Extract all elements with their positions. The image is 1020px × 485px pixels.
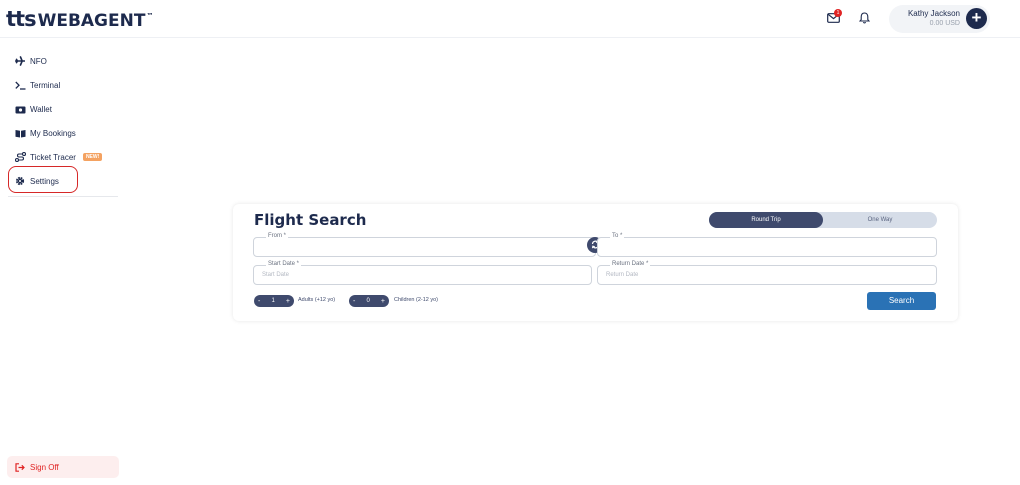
plus-icon: + <box>971 8 982 27</box>
settings-highlight-ring <box>8 166 78 193</box>
user-name: Kathy Jackson <box>907 9 960 18</box>
tab-one-way[interactable]: One Way <box>823 212 937 228</box>
return-date-label: Return Date * <box>610 261 651 267</box>
bell-icon[interactable] <box>856 10 872 26</box>
route-icon <box>14 152 26 162</box>
new-badge: NEW! <box>82 153 103 161</box>
airplane-icon <box>14 56 26 66</box>
brand-logo[interactable]: tts WEBAGENT ™ <box>6 7 153 31</box>
sidebar-item-label: Ticket Tracer <box>30 152 76 162</box>
sign-off-label: Sign Off <box>30 462 59 472</box>
sidebar-item-label: Wallet <box>30 104 52 114</box>
from-label: From * <box>266 233 288 239</box>
sign-out-icon <box>15 462 25 472</box>
logo-trademark: ™ <box>146 12 153 20</box>
top-header: tts WEBAGENT ™ 1 Kathy Jackson 0.00 USD … <box>0 0 1020 38</box>
search-button[interactable]: Search <box>867 292 936 310</box>
sidebar-item-my-bookings[interactable]: My Bookings <box>14 125 76 141</box>
sidebar-item-label: My Bookings <box>30 128 76 138</box>
from-field[interactable]: From * <box>253 233 596 257</box>
logo-webagent: WEBAGENT <box>37 11 146 31</box>
to-field[interactable]: To * <box>597 233 937 257</box>
sidebar-item-nfo[interactable]: NFO <box>14 53 47 69</box>
plus-icon[interactable]: + <box>381 298 385 305</box>
children-stepper: - 0 + <box>349 295 389 307</box>
tab-round-trip[interactable]: Round Trip <box>709 212 823 228</box>
add-funds-button[interactable]: + <box>966 8 987 29</box>
trip-type-toggle: Round Trip One Way <box>709 212 937 228</box>
return-date-field[interactable]: Return Date * Return Date <box>597 261 937 285</box>
adults-stepper: - 1 + <box>254 295 294 307</box>
plus-icon[interactable]: + <box>286 298 290 305</box>
logo-tts: tts <box>6 7 37 31</box>
terminal-icon <box>14 80 26 90</box>
mail-badge: 1 <box>834 9 842 17</box>
book-icon <box>14 128 26 138</box>
adults-label: Adults (+12 yo) <box>298 297 336 303</box>
start-date-placeholder: Start Date <box>262 272 290 278</box>
adults-count: 1 <box>271 298 275 304</box>
sidebar: NFO Terminal Wallet My Bookings Ticket T… <box>0 38 125 485</box>
minus-icon[interactable]: - <box>258 298 260 305</box>
start-date-field[interactable]: Start Date * Start Date <box>253 261 592 285</box>
children-count: 0 <box>366 298 370 304</box>
start-date-label: Start Date * <box>266 261 302 267</box>
sidebar-item-label: Terminal <box>30 80 61 90</box>
wallet-icon <box>14 104 26 114</box>
to-label: To * <box>610 233 625 239</box>
user-balance: 0.00 USD <box>929 20 960 27</box>
minus-icon[interactable]: - <box>353 298 355 305</box>
sidebar-item-label: NFO <box>30 56 47 66</box>
children-label: Children (2-12 yo) <box>394 297 439 303</box>
sidebar-item-wallet[interactable]: Wallet <box>14 101 52 117</box>
flight-search-card: Flight Search Round Trip One Way From * … <box>233 204 958 321</box>
sidebar-divider <box>8 196 118 197</box>
card-title: Flight Search <box>254 211 367 229</box>
sidebar-item-terminal[interactable]: Terminal <box>14 77 60 93</box>
sign-off-button[interactable]: Sign Off <box>7 456 119 478</box>
sidebar-item-ticket-tracer[interactable]: Ticket Tracer NEW! <box>14 149 103 165</box>
return-date-placeholder: Return Date <box>606 272 639 278</box>
